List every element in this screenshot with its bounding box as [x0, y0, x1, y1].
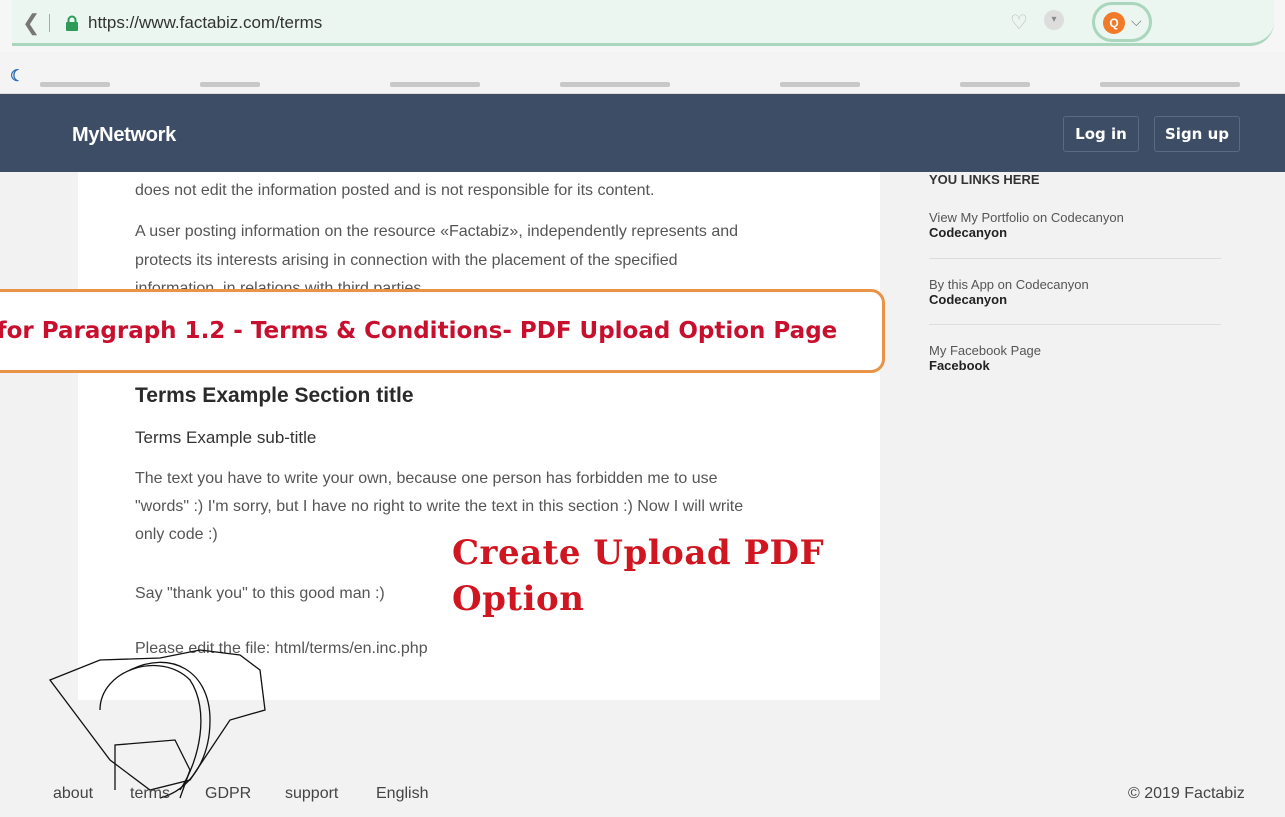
signup-button[interactable]: Sign up: [1154, 116, 1240, 152]
sidebar-heading: YOU LINKS HERE: [929, 172, 1040, 187]
scribble-drawing: [48, 649, 266, 799]
terms-paragraph: Say "thank you" to this good man :): [135, 585, 385, 602]
bookmark-item[interactable]: [200, 82, 260, 87]
back-arrow-icon[interactable]: ❮: [22, 10, 40, 36]
login-button[interactable]: Log in: [1063, 116, 1139, 152]
bookmarks-bar: [0, 52, 1285, 94]
sidebar-link-facebook[interactable]: My Facebook Page Facebook: [929, 343, 1041, 373]
annotation-callout: e for Paragraph 1.2 - Terms & Conditions…: [0, 289, 885, 373]
footer-link-terms[interactable]: terms: [130, 785, 170, 803]
url-text[interactable]: https://www.factabiz.com/terms: [88, 13, 322, 33]
callout-text: e for Paragraph 1.2 - Terms & Conditions…: [0, 318, 838, 344]
search-icon: Q: [1103, 12, 1125, 34]
browser-toolbar: ❮ https://www.factabiz.com/terms ♡ ▾ Q ⌵: [0, 0, 1285, 58]
terms-paragraph: The text you have to write your own, bec…: [135, 470, 718, 487]
sidebar-item-subtitle: By this App on Codecanyon: [929, 277, 1089, 292]
sidebar-item-link[interactable]: Codecanyon: [929, 225, 1124, 240]
copyright-text: © 2019 Factabiz: [1128, 785, 1245, 802]
terms-paragraph: only code :): [135, 526, 218, 543]
section-title: Terms Example Section title: [135, 384, 414, 407]
terms-paragraph: protects its interests arising in connec…: [135, 252, 678, 269]
footer-link-language[interactable]: English: [376, 785, 428, 803]
annotation-line: Option: [452, 579, 585, 619]
sidebar-item-subtitle: My Facebook Page: [929, 343, 1042, 358]
terms-paragraph: information, in relations with third par…: [135, 280, 426, 289]
terms-paragraph: A user posting information on the resour…: [135, 223, 739, 240]
bookmark-item[interactable]: [560, 82, 670, 87]
bookmark-item[interactable]: [780, 82, 860, 87]
chevron-down-icon: ⌵: [1131, 13, 1142, 29]
terms-paragraph: does not edit the information posted and…: [135, 182, 655, 199]
bookmark-favicon-icon[interactable]: ☾: [10, 66, 24, 86]
upload-pdf-annotation: Create Upload PDF Option: [452, 530, 824, 622]
sidebar-link-portfolio[interactable]: View My Portfolio on Codecanyon Codecany…: [929, 210, 1124, 240]
bookmark-item[interactable]: [960, 82, 1030, 87]
bookmark-item[interactable]: [40, 82, 110, 87]
divider: [929, 324, 1221, 325]
toolbar-divider: [49, 14, 50, 32]
search-engine-button[interactable]: Q ⌵: [1092, 2, 1152, 42]
sidebar-link-app[interactable]: By this App on Codecanyon Codecanyon: [929, 277, 1089, 307]
divider: [929, 258, 1221, 259]
brand-logo[interactable]: MyNetwork: [72, 124, 176, 147]
bookmark-item[interactable]: [390, 82, 480, 87]
heart-icon[interactable]: ♡: [1010, 10, 1028, 35]
chevron-down-icon[interactable]: ▾: [1044, 10, 1064, 30]
footer-link-about[interactable]: about: [53, 785, 93, 803]
footer-link-gdpr[interactable]: GDPR: [205, 785, 251, 803]
section-subtitle: Terms Example sub-title: [135, 428, 317, 447]
sidebar-item-link[interactable]: Codecanyon: [929, 292, 1089, 307]
site-header: MyNetwork Log in Sign up: [0, 94, 1285, 172]
sidebar-item-subtitle: View My Portfolio on Codecanyon: [929, 210, 1124, 225]
terms-paragraph: "words" :) I'm sorry, but I have no righ…: [135, 498, 744, 515]
annotation-line: Create Upload PDF: [452, 533, 825, 573]
bookmark-item[interactable]: [1100, 82, 1240, 87]
footer-link-support[interactable]: support: [285, 785, 338, 803]
lock-icon: [66, 15, 78, 31]
sidebar-item-link[interactable]: Facebook: [929, 358, 1041, 373]
